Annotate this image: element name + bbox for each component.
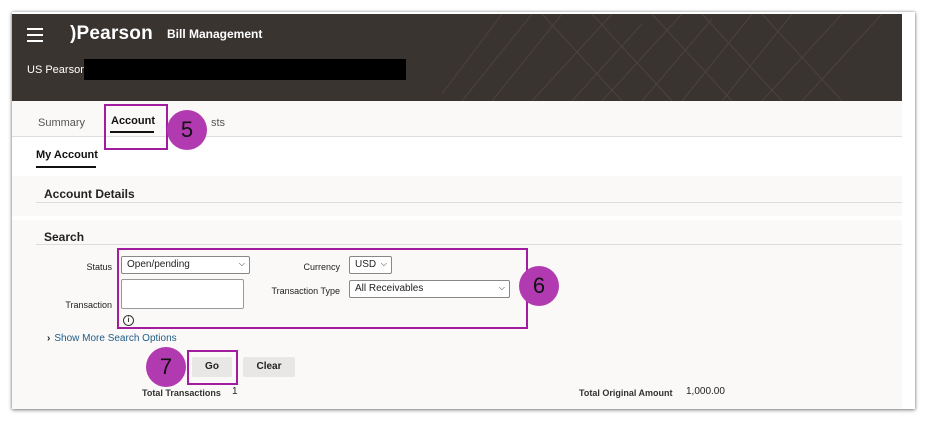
show-more-search-options-link[interactable]: › Show More Search Options	[47, 333, 177, 344]
chevron-right-icon: ›	[47, 333, 51, 344]
total-original-amount-label: Total Original Amount	[579, 388, 673, 398]
divider	[36, 202, 902, 203]
total-transactions-value: 1	[232, 386, 238, 397]
app-title: Bill Management	[167, 27, 263, 41]
header-texture	[442, 14, 883, 101]
total-original-amount-value: 1,000.00	[686, 386, 725, 397]
callout-badge-6: 6	[519, 266, 559, 306]
account-tab-highlight	[104, 104, 168, 150]
pearson-logo: )Pearson	[70, 23, 153, 44]
organization-name: US Pearson	[27, 64, 87, 76]
hamburger-menu-icon[interactable]	[27, 28, 43, 42]
account-details-section	[12, 176, 902, 216]
app-header: )Pearson Bill Management US Pearson	[12, 14, 902, 101]
search-fields-highlight	[117, 248, 528, 329]
tab-summary[interactable]: Summary	[38, 117, 85, 129]
tab-requests[interactable]: sts	[211, 117, 225, 129]
search-title: Search	[44, 230, 85, 244]
callout-badge-7: 7	[146, 347, 186, 387]
subtab-my-account[interactable]: My Account	[36, 149, 98, 161]
clear-button[interactable]: Clear	[243, 357, 295, 377]
transaction-label: Transaction	[65, 300, 112, 310]
show-more-label: Show More Search Options	[54, 333, 177, 344]
redacted-account-name	[84, 59, 406, 80]
go-button-highlight	[187, 350, 238, 385]
status-label: Status	[86, 262, 112, 272]
account-details-title: Account Details	[44, 187, 135, 201]
callout-badge-5: 5	[167, 110, 207, 150]
subtab-indicator	[36, 166, 96, 168]
total-transactions-label: Total Transactions	[142, 388, 221, 398]
brand-name: Pearson	[76, 23, 153, 44]
divider	[36, 244, 902, 245]
